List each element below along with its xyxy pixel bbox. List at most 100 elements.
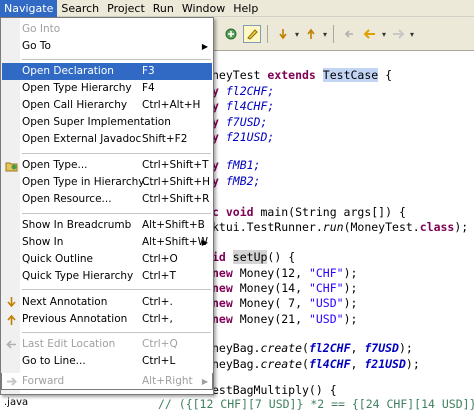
menu-item-label: Go Into [22,23,61,35]
submenu-arrow-icon: ▶ [201,42,208,51]
code-line: neyBag.create(fl4CHF, f21USD); [212,357,420,371]
menu-separator [22,59,211,60]
menu-item-label: Forward [22,375,65,387]
previous-annotation-icon[interactable] [302,25,320,43]
file-label[interactable]: .java [0,396,40,411]
menu-item-open-resource[interactable]: Open Resource... Ctrl+Shift+R [2,191,212,208]
menu-separator [22,153,211,154]
menu-item-label: Open Call Hierarchy [22,99,128,111]
menu-item-label: Quick Type Hierarchy [22,270,134,282]
menu-item-shortcut: Alt+Right [142,375,193,387]
code-line: y fMB1; [212,158,261,172]
menu-item-show-in-breadcrumb[interactable]: Show In Breadcrumb Alt+Shift+B [2,217,212,234]
menu-item-shortcut: Ctrl+Shift+T [142,159,209,171]
previous-annotation-icon [5,313,18,326]
chevron-down-icon[interactable]: ▾ [382,30,386,39]
menu-item-next-annotation[interactable]: Next Annotation Ctrl+. [2,294,212,311]
menu-bar: Navigate Search Project Run Window Help [0,0,474,17]
menu-item-label: Previous Annotation [22,313,128,325]
chevron-down-icon[interactable]: ▾ [410,30,414,39]
code-line: neyBag.create(fl2CHF, f7USD); [212,341,413,355]
menu-item-label: Go To [22,40,51,52]
menu-navigate[interactable]: Navigate [0,0,58,17]
code-line: new Money(14, "CHF"); [212,281,358,295]
menu-item-label: Next Annotation [22,296,108,308]
menu-item-label: Open Type in Hierarchy... [22,176,154,188]
submenu-arrow-icon: ▶ [201,377,208,386]
next-annotation-icon[interactable] [274,25,292,43]
toolbar-separator [333,25,335,43]
menu-window[interactable]: Window [178,0,229,17]
code-line: new Money( 7, "USD"); [212,296,358,310]
next-annotation-icon [5,296,18,309]
menu-item-open-super-implementation[interactable]: Open Super Implementation [2,114,212,131]
chevron-down-icon[interactable]: ▾ [323,30,327,39]
menu-item-open-type[interactable]: Open Type... Ctrl+Shift+T [2,157,212,174]
code-line: y f7USD; [212,115,268,129]
menu-item-open-call-hierarchy[interactable]: Open Call Hierarchy Ctrl+Alt+H [2,97,212,114]
menu-item-label: Show In [22,236,64,248]
menu-item-go-into[interactable]: Go Into [2,21,212,38]
menu-item-shortcut: Shift+F2 [142,133,188,145]
menu-item-forward[interactable]: Forward Alt+Right ▶ [1,373,213,390]
menu-item-shortcut: Ctrl+Shift+R [142,193,210,205]
last-edit-icon [5,338,18,351]
menu-item-shortcut: Ctrl+O [142,253,178,265]
menu-item-shortcut: F4 [142,82,155,94]
menu-separator [22,213,211,214]
code-line: new Money(12, "CHF"); [212,266,358,280]
menu-item-shortcut: Ctrl+T [142,270,176,282]
menu-item-shortcut: Ctrl+, [142,313,173,325]
code-line: c void main(String args[]) { [212,205,406,219]
code-line: estBagMultiply() { [212,383,337,397]
highlight-icon[interactable] [243,25,261,43]
chevron-down-icon[interactable]: ▾ [295,30,299,39]
menu-item-previous-annotation[interactable]: Previous Annotation Ctrl+, [2,311,212,328]
menu-item-label: Open Resource... [22,193,112,205]
submenu-arrow-icon: ▶ [201,238,208,247]
back-icon[interactable] [361,25,379,43]
menu-item-shortcut: Alt+Shift+W [142,236,209,248]
menu-item-quick-type-hierarchy[interactable]: Quick Type Hierarchy Ctrl+T [2,268,212,285]
menu-item-label: Open Super Implementation [22,116,171,128]
open-type-icon [5,159,18,172]
code-line: new Money(21, "USD"); [212,312,358,326]
menu-item-last-edit-location[interactable]: Last Edit Location Ctrl+Q [2,336,212,353]
menu-project[interactable]: Project [103,0,149,17]
code-line: y fl2CHF; [212,84,275,98]
code-line: y fl4CHF; [212,99,275,113]
menu-item-shortcut: F3 [142,65,155,77]
code-line: neyTest extends TestCase { [212,68,393,82]
menu-item-open-type-in-hierarchy[interactable]: Open Type in Hierarchy... Ctrl+Shift+H [2,174,212,191]
code-line: ktui.TestRunner.run(MoneyTest.class); [212,220,469,234]
code-line: y fMB2; [212,174,261,188]
menu-item-label: Last Edit Location [22,338,116,350]
menu-item-label: Open Type Hierarchy [22,82,132,94]
code-line: // ({[12 CHF][7 USD]} *2 == {[24 CHF][14… [158,397,474,411]
menu-help[interactable]: Help [229,0,262,17]
menu-item-go-to-line[interactable]: Go to Line... Ctrl+L [2,353,212,370]
menu-item-label: Open External Javadoc [22,133,142,145]
menu-item-label: Open Declaration [22,65,114,77]
menu-item-shortcut: Ctrl+. [142,296,173,308]
menu-item-open-type-hierarchy[interactable]: Open Type Hierarchy F4 [2,80,212,97]
menu-item-label: Open Type... [22,159,88,171]
menu-item-show-in[interactable]: Show In Alt+Shift+W ▶ [2,234,212,251]
code-line: y f21USD; [212,130,275,144]
open-type-icon[interactable] [222,25,240,43]
menu-item-shortcut: Ctrl+Q [142,338,178,350]
last-edit-icon[interactable] [340,25,358,43]
menu-search[interactable]: Search [57,0,103,17]
forward-icon[interactable] [389,25,407,43]
menu-item-shortcut: Alt+Shift+B [142,219,205,231]
menu-item-go-to[interactable]: Go To ▶ [2,38,212,55]
menu-item-label: Go to Line... [22,355,86,367]
menu-item-shortcut: Ctrl+Alt+H [142,99,201,111]
toolbar-separator [267,25,268,43]
menu-item-quick-outline[interactable]: Quick Outline Ctrl+O [2,251,212,268]
menu-run[interactable]: Run [149,0,178,17]
menu-item-shortcut: Ctrl+L [142,355,176,367]
menu-separator [22,332,211,333]
menu-item-open-declaration[interactable]: Open Declaration F3 [2,63,212,80]
menu-item-open-external-javadoc[interactable]: Open External Javadoc Shift+F2 [2,131,212,148]
